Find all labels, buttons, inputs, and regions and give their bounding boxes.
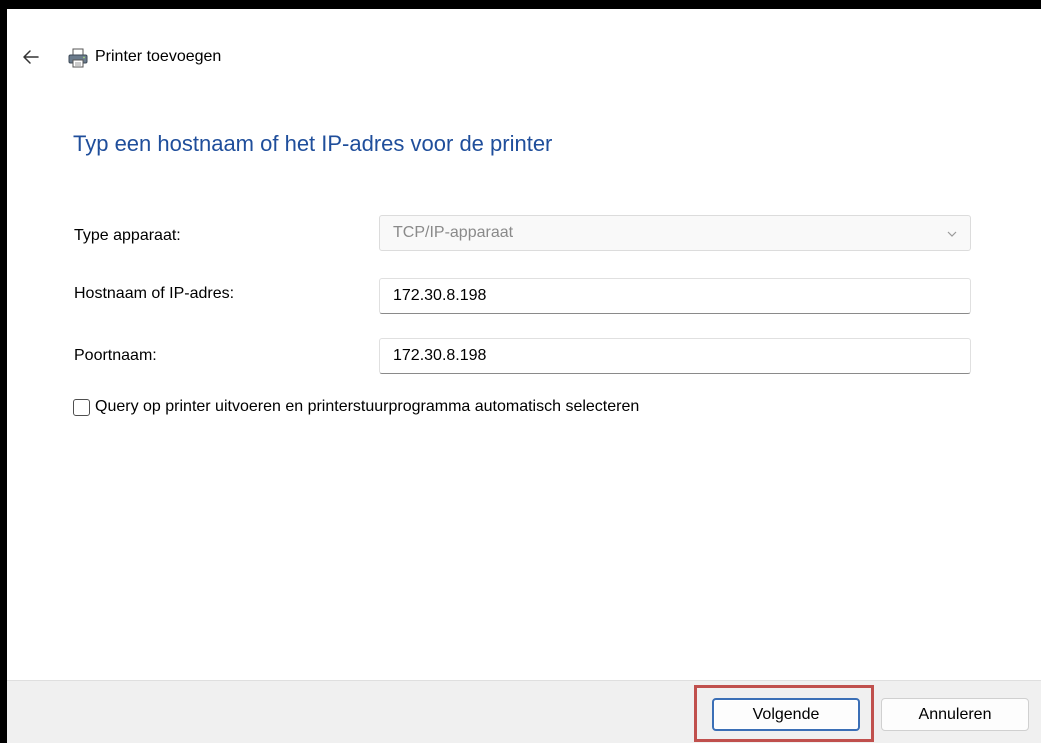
port-name-label: Poortnaam: bbox=[74, 347, 157, 364]
cancel-button[interactable]: Annuleren bbox=[881, 698, 1029, 731]
device-type-label: Type apparaat: bbox=[74, 227, 181, 244]
hostname-label: Hostnaam of IP-adres: bbox=[74, 285, 235, 302]
chevron-down-icon bbox=[947, 231, 957, 237]
next-button[interactable]: Volgende bbox=[712, 698, 860, 731]
window-title: Printer toevoegen bbox=[95, 48, 222, 65]
device-type-select[interactable]: TCP/IP-apparaat bbox=[379, 215, 971, 251]
printer-icon bbox=[68, 48, 88, 68]
add-printer-window: Printer toevoegen Typ een hostnaam of he… bbox=[7, 9, 1041, 743]
query-printer-checkbox-label[interactable]: Query op printer uitvoeren en printerstu… bbox=[95, 398, 639, 416]
port-name-input[interactable] bbox=[379, 338, 971, 374]
hostname-input[interactable] bbox=[379, 278, 971, 314]
page-heading: Typ een hostnaam of het IP-adres voor de… bbox=[73, 131, 553, 156]
device-type-value: TCP/IP-apparaat bbox=[393, 224, 514, 241]
query-printer-checkbox[interactable] bbox=[73, 399, 90, 416]
back-arrow-icon[interactable] bbox=[21, 47, 41, 67]
